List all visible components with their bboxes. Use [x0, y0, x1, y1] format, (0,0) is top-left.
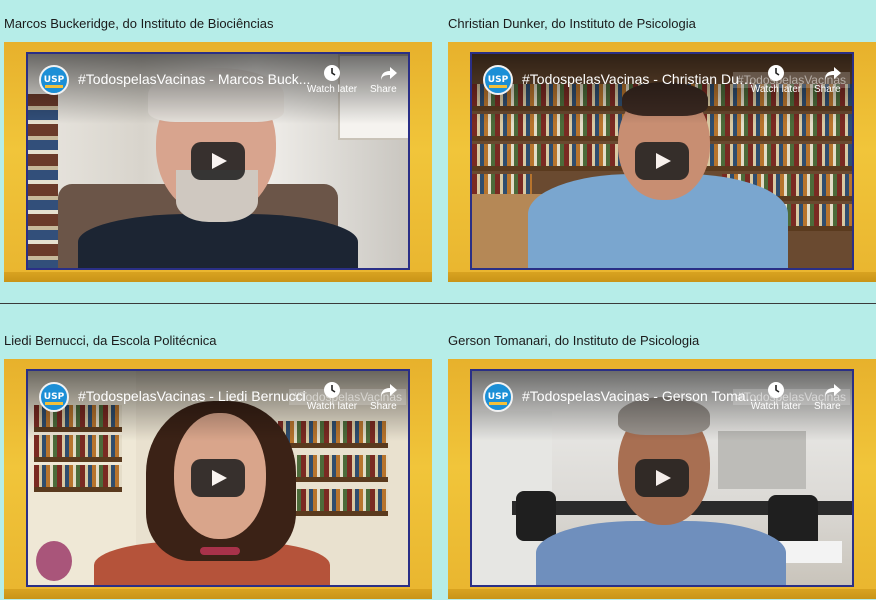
video-title[interactable]: #TodospelasVacinas - Gerson Toma... — [522, 388, 758, 404]
share-button[interactable]: Share — [370, 64, 408, 95]
share-button[interactable]: Share — [814, 381, 852, 412]
clock-icon — [324, 65, 340, 81]
share-arrow-icon — [825, 67, 841, 80]
play-button[interactable] — [635, 142, 689, 180]
play-icon — [656, 153, 671, 169]
video-title[interactable]: #TodospelasVacinas - Christian Dun... — [522, 71, 758, 87]
channel-logo[interactable]: USP — [39, 382, 69, 412]
channel-logo[interactable]: USP — [483, 65, 513, 95]
channel-logo[interactable]: USP — [483, 382, 513, 412]
video-embed-2[interactable]: USP #TodospelasVacinas - Christian Dun..… — [448, 42, 876, 282]
video-player-1[interactable]: USP #TodospelasVacinas - Marcos Buck... … — [26, 52, 410, 270]
play-button[interactable] — [191, 142, 245, 180]
video-embed-3[interactable]: USP #TodospelasVacinas - Liedi Bernucci … — [4, 359, 432, 599]
play-button[interactable] — [635, 459, 689, 497]
play-icon — [212, 153, 227, 169]
channel-logo[interactable]: USP — [39, 65, 69, 95]
video-caption-4: Gerson Tomanari, do Instituto de Psicolo… — [448, 333, 700, 348]
share-arrow-icon — [825, 384, 841, 397]
video-player-3[interactable]: USP #TodospelasVacinas - Liedi Bernucci … — [26, 369, 410, 587]
share-arrow-icon — [381, 67, 397, 80]
play-icon — [212, 470, 227, 486]
watch-later-button[interactable]: Watch later — [300, 64, 364, 95]
share-arrow-icon — [381, 384, 397, 397]
play-button[interactable] — [191, 459, 245, 497]
watch-later-button[interactable]: Watch later — [744, 64, 808, 95]
share-button[interactable]: Share — [370, 381, 408, 412]
video-title[interactable]: #TodospelasVacinas - Liedi Bernucci — [78, 388, 314, 404]
video-embed-4[interactable]: USP #TodospelasVacinas - Gerson Toma... … — [448, 359, 876, 599]
play-icon — [656, 470, 671, 486]
watch-later-button[interactable]: Watch later — [744, 381, 808, 412]
watch-later-button[interactable]: Watch later — [300, 381, 364, 412]
clock-icon — [324, 382, 340, 398]
share-button[interactable]: Share — [814, 64, 852, 95]
video-title[interactable]: #TodospelasVacinas - Marcos Buck... — [78, 71, 318, 87]
video-embed-1[interactable]: USP #TodospelasVacinas - Marcos Buck... … — [4, 42, 432, 282]
video-caption-3: Liedi Bernucci, da Escola Politécnica — [4, 333, 217, 348]
video-caption-1: Marcos Buckeridge, do Instituto de Bioci… — [4, 16, 274, 31]
video-player-4[interactable]: USP #TodospelasVacinas - Gerson Toma... … — [470, 369, 854, 587]
row-divider — [0, 303, 876, 304]
video-caption-2: Christian Dunker, do Instituto de Psicol… — [448, 16, 696, 31]
clock-icon — [768, 382, 784, 398]
video-player-2[interactable]: USP #TodospelasVacinas - Christian Dun..… — [470, 52, 854, 270]
clock-icon — [768, 65, 784, 81]
